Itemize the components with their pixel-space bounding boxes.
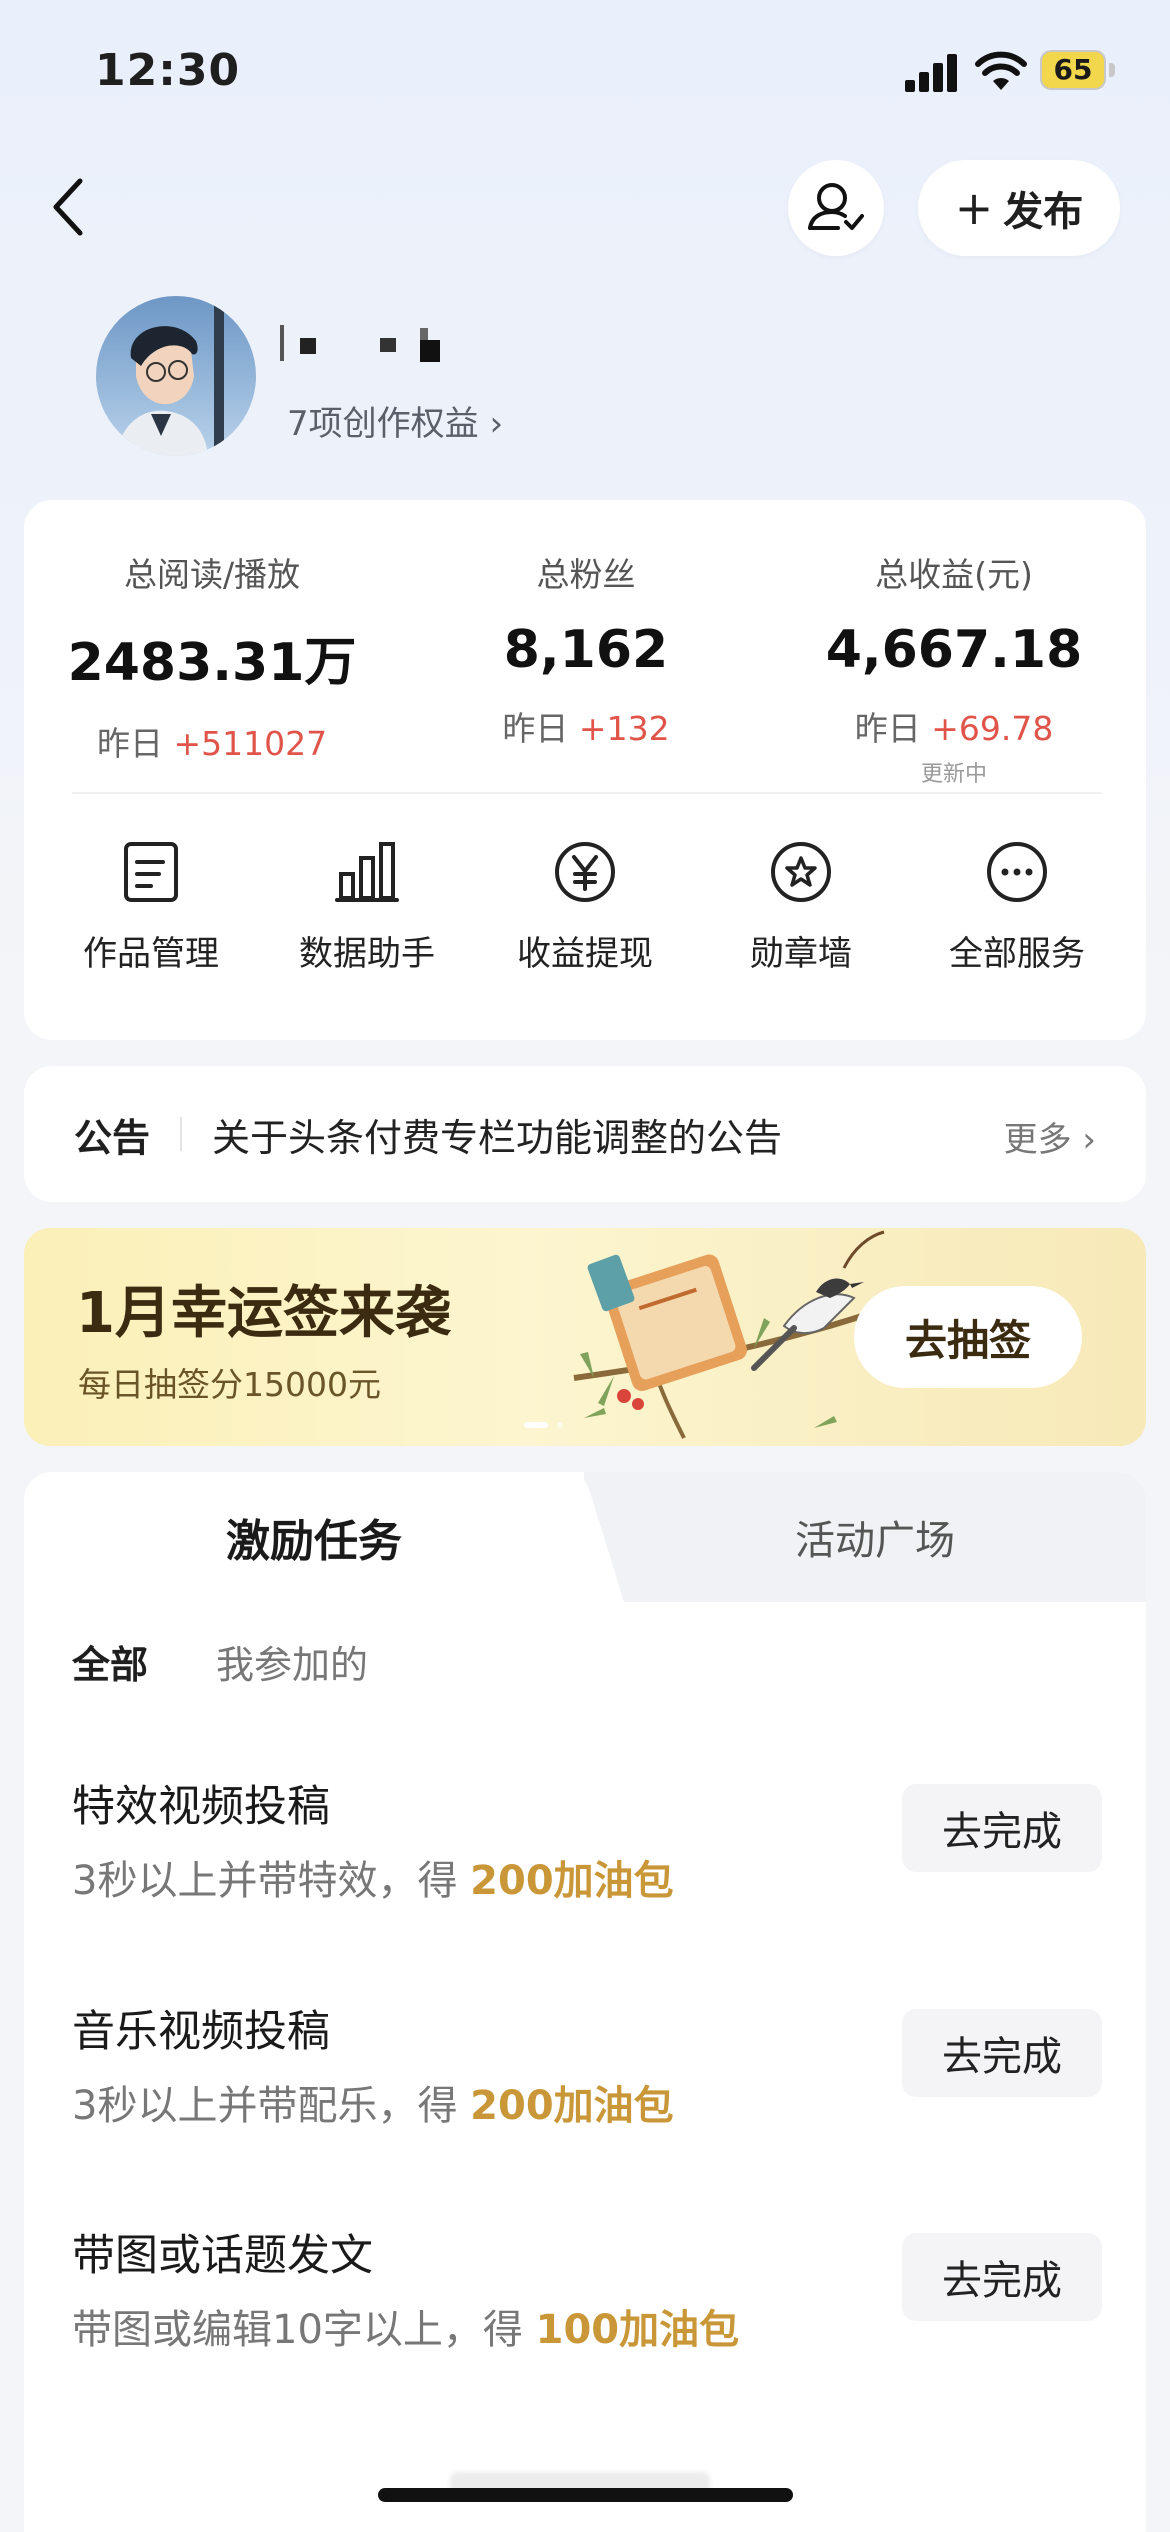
- creator-rights-link[interactable]: 7项创作权益 ›: [287, 396, 503, 445]
- user-check-icon: [808, 183, 864, 230]
- home-indicator[interactable]: [378, 2488, 793, 2502]
- announcement-bar[interactable]: 公告 关于头条付费专栏功能调整的公告 更多 ›: [24, 1066, 1146, 1202]
- task-item: 音乐视频投稿 3秒以上并带配乐，得 200加油包 去完成: [72, 1997, 1102, 2167]
- service-label: 全部服务: [949, 934, 1085, 974]
- announcement-label: 公告: [74, 1115, 151, 1160]
- more-icon: [987, 842, 1047, 902]
- tab-activity-plaza[interactable]: 活动广场: [604, 1472, 1146, 1602]
- divider: [180, 1117, 183, 1151]
- stat-label: 总粉丝: [536, 555, 636, 594]
- task-description: 3秒以上并带特效，得 200加油包: [72, 1858, 674, 1904]
- service-label: 收益提现: [517, 934, 653, 974]
- status-time: 12:30: [95, 45, 241, 96]
- stat-total-fans[interactable]: 总粉丝 8,162 昨日 +132: [416, 548, 756, 750]
- task-title: 特效视频投稿: [72, 1782, 330, 1832]
- medal-icon: [771, 842, 831, 902]
- stat-delta: 昨日 +132: [502, 709, 670, 748]
- publish-label: 发布: [1003, 189, 1084, 235]
- plus-icon: +: [954, 181, 994, 235]
- complete-task-button[interactable]: 去完成: [902, 1784, 1102, 1872]
- username-redacted: [280, 325, 440, 362]
- service-works-management[interactable]: 作品管理: [46, 840, 256, 975]
- avatar[interactable]: [96, 296, 256, 456]
- stat-total-income[interactable]: 总收益(元) 4,667.18 昨日 +69.78 更新中: [784, 548, 1124, 788]
- bar-chart-icon: [335, 842, 399, 902]
- service-label: 勋章墙: [750, 934, 852, 974]
- yen-icon: [555, 842, 615, 902]
- filter-all[interactable]: 全部: [72, 1634, 148, 1689]
- stat-value: 4,667.18: [825, 620, 1083, 680]
- cellular-signal-icon: [905, 52, 961, 92]
- stat-update-note: 更新中: [920, 762, 987, 787]
- user-switch-button[interactable]: [788, 160, 884, 256]
- task-description: 带图或编辑10字以上，得 100加油包: [72, 2307, 740, 2353]
- lucky-draw-banner[interactable]: 1月幸运签来袭 每日抽签分15000元 去抽签: [24, 1228, 1146, 1446]
- divider: [72, 792, 1102, 794]
- task-title: 音乐视频投稿: [72, 2007, 330, 2057]
- complete-task-button[interactable]: 去完成: [902, 2009, 1102, 2097]
- task-reward: 200加油包: [470, 2083, 674, 2129]
- task-item: 带图或话题发文 带图或编辑10字以上，得 100加油包 去完成: [72, 2221, 1102, 2391]
- task-description: 3秒以上并带配乐，得 200加油包: [72, 2083, 674, 2129]
- tasks-section: 激励任务 活动广场 全部 我参加的 特效视频投稿 3秒以上并带特效，得 200加…: [24, 1472, 1146, 2532]
- filter-joined[interactable]: 我参加的: [216, 1634, 368, 1689]
- back-arrow-icon[interactable]: [48, 175, 88, 239]
- draw-lottery-button[interactable]: 去抽签: [854, 1286, 1082, 1388]
- announcement-text[interactable]: 关于头条付费专栏功能调整的公告: [212, 1107, 782, 1162]
- stats-card: 总阅读/播放 2483.31万 昨日 +511027 总粉丝 8,162 昨日 …: [24, 500, 1146, 1040]
- document-icon: [124, 842, 178, 902]
- service-data-assistant[interactable]: 数据助手: [262, 840, 472, 975]
- wifi-icon: [975, 51, 1027, 90]
- carousel-indicator: [524, 1422, 563, 1428]
- service-medal-wall[interactable]: 勋章墙: [696, 840, 906, 975]
- stat-label: 总收益(元): [875, 555, 1033, 594]
- service-all-services[interactable]: 全部服务: [912, 840, 1122, 975]
- stat-label: 总阅读/播放: [123, 555, 301, 594]
- stat-delta: 昨日 +511027: [96, 724, 328, 763]
- stat-value: 2483.31万: [67, 633, 357, 693]
- avatar-illustration: [96, 296, 256, 456]
- battery-level: 65: [1053, 53, 1093, 86]
- complete-task-button[interactable]: 去完成: [902, 2233, 1102, 2321]
- service-income-withdraw[interactable]: 收益提现: [480, 840, 690, 975]
- task-title: 带图或话题发文: [72, 2231, 373, 2281]
- banner-title: 1月幸运签来袭: [76, 1281, 451, 1346]
- stat-value: 8,162: [503, 620, 669, 680]
- publish-button[interactable]: + 发布: [918, 160, 1120, 256]
- battery-icon: 65: [1040, 50, 1120, 92]
- announcement-more-link[interactable]: 更多 ›: [1004, 1112, 1096, 1161]
- tab-incentive-tasks[interactable]: 激励任务: [24, 1472, 604, 1602]
- stat-total-reads[interactable]: 总阅读/播放 2483.31万 昨日 +511027: [42, 548, 382, 765]
- task-item: 特效视频投稿 3秒以上并带特效，得 200加油包 去完成: [72, 1772, 1102, 1942]
- service-label: 数据助手: [299, 934, 435, 974]
- banner-subtitle: 每日抽签分15000元: [78, 1365, 381, 1404]
- task-reward: 100加油包: [535, 2307, 740, 2353]
- service-label: 作品管理: [83, 934, 219, 974]
- task-reward: 200加油包: [470, 1858, 674, 1904]
- stat-delta: 昨日 +69.78: [854, 709, 1054, 748]
